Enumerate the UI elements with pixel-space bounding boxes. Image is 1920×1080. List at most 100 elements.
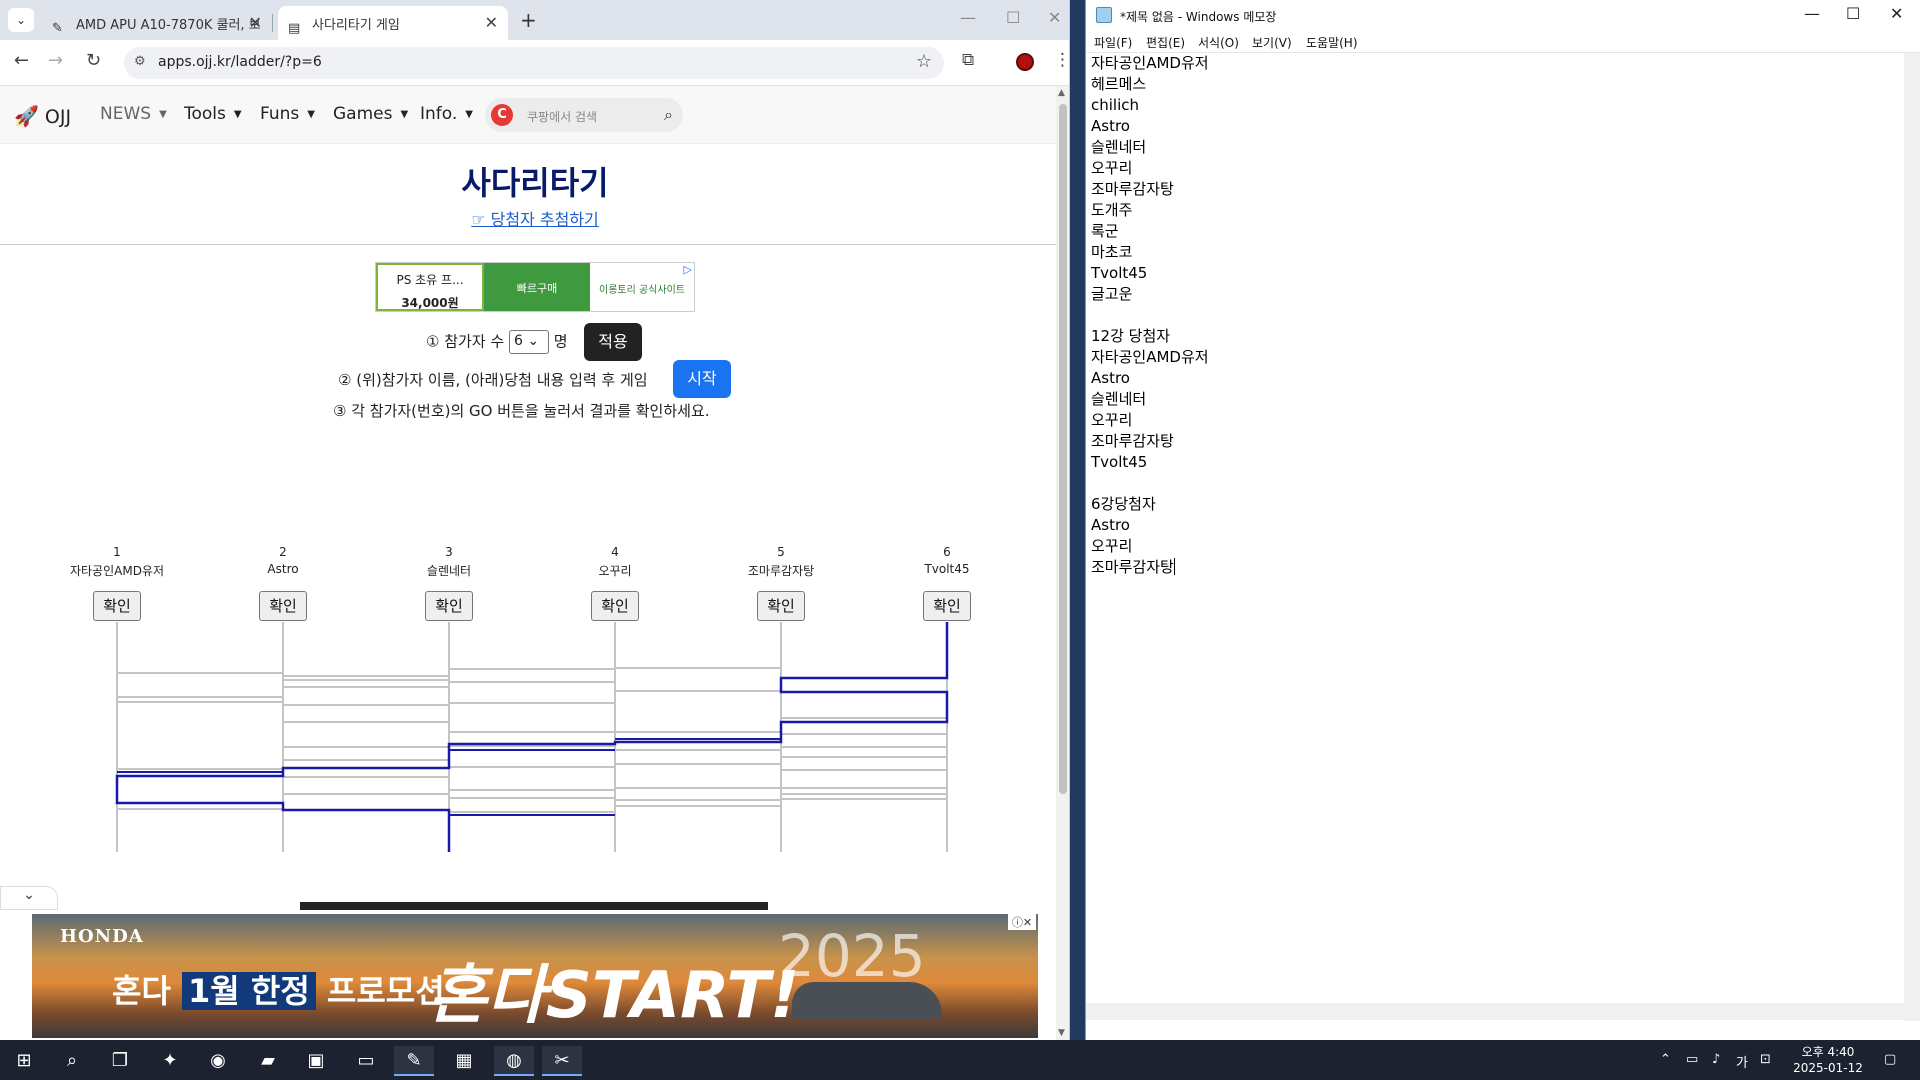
promo-a: 혼다 xyxy=(112,972,171,1010)
forward-icon[interactable]: → xyxy=(48,50,63,71)
menu-help[interactable]: 도움말(H) xyxy=(1306,34,1358,51)
ad-close-icon[interactable]: ⓘ✕ xyxy=(1008,914,1036,930)
maximize-icon[interactable]: ☐ xyxy=(1006,8,1020,27)
tab-list-button[interactable]: ⌄ xyxy=(8,8,34,32)
site-info-icon[interactable]: ⚙ xyxy=(134,54,146,69)
rocket-icon: 🚀 xyxy=(14,104,39,128)
notepad-text-area[interactable]: 자타공인AMD유저 헤르메스 chilich Astro 슬렌네터 오꾸리 조마루감자탕 도개… xyxy=(1086,52,1920,1021)
participant-count-select[interactable]: 6 ⌄ xyxy=(508,330,549,354)
notepad-taskbar-icon[interactable]: ✎ xyxy=(394,1046,434,1076)
tray-chevron-icon[interactable]: ⌃ xyxy=(1660,1052,1671,1067)
ladder-favicon-icon: ▤ xyxy=(288,21,301,36)
notepad-hscrollbar[interactable] xyxy=(1086,1003,1904,1020)
notepad-line: 자타공인AMD유저 xyxy=(1091,54,1209,72)
notepad-line: 조마루감자탕 xyxy=(1091,558,1175,576)
menu-kebab-icon[interactable]: ⋮ xyxy=(1054,50,1069,70)
scroll-down-icon[interactable]: ▼ xyxy=(1058,1028,1065,1038)
edge-icon[interactable]: ◉ xyxy=(198,1046,238,1076)
ad-mid[interactable]: 빠르구매 xyxy=(484,263,590,311)
new-tab-button[interactable]: + xyxy=(520,8,537,32)
back-icon[interactable]: ← xyxy=(14,50,29,71)
menu-edit[interactable]: 편집(E) xyxy=(1146,34,1185,51)
nav-info[interactable]: Info. ▼ xyxy=(420,104,473,124)
notepad-title: *제목 없음 - Windows 메모장 xyxy=(1120,10,1277,24)
coupang-search[interactable]: C 쿠팡에서 검색 ⌕ xyxy=(485,98,683,132)
volume-icon[interactable]: ♪ xyxy=(1712,1052,1720,1067)
monitor-app-icon[interactable]: ▭ xyxy=(346,1046,386,1076)
draw-winner-link[interactable]: ☞ 당첨자 추첨하기 xyxy=(0,206,1069,230)
banner-ad[interactable]: PS 초유 프... 34,000원 빠르구매 이롱토리 공식사이트 ▷ xyxy=(375,262,695,312)
car-image xyxy=(792,982,942,1020)
menu-format[interactable]: 서식(O) xyxy=(1198,34,1239,51)
site-logo[interactable]: 🚀 OJJ xyxy=(14,104,71,128)
ad-product[interactable]: PS 초유 프... 34,000원 xyxy=(376,263,484,311)
promo-year: 2025 xyxy=(778,922,926,990)
notification-icon[interactable]: ▢ xyxy=(1884,1052,1896,1067)
menu-file[interactable]: 파일(F) xyxy=(1094,34,1132,51)
notepad-content: 자타공인AMD유저 헤르메스 chilich Astro 슬렌네터 오꾸리 조마루감자탕 도개… xyxy=(1091,53,1209,578)
nav-tools[interactable]: Tools ▼ xyxy=(184,104,242,124)
notepad-line: Astro xyxy=(1091,369,1130,387)
honda-banner-ad[interactable]: HONDA 혼다 1월 한정 프로모션 혼다START! 2025 ⓘ✕ xyxy=(32,914,1038,1038)
notepad-line: 조마루감자탕 xyxy=(1091,180,1174,198)
coupang-logo-icon: C xyxy=(491,104,513,126)
nav-label: NEWS xyxy=(100,104,152,124)
clock-date: 2025-01-12 xyxy=(1793,1061,1863,1075)
adchoices-icon[interactable]: ▷ xyxy=(684,263,692,276)
chrome-icon[interactable]: ◍ xyxy=(494,1046,534,1076)
apply-button[interactable]: 적용 xyxy=(584,323,642,361)
notepad-window: *제목 없음 - Windows 메모장 — ☐ ✕ 파일(F) 편집(E) 서… xyxy=(1085,0,1920,1040)
clock[interactable]: 오후 4:40 2025-01-12 xyxy=(1788,1044,1868,1076)
search-icon[interactable]: ⌕ xyxy=(52,1046,92,1076)
logo-text: OJJ xyxy=(44,106,72,128)
promo-text: 혼다 1월 한정 프로모션 xyxy=(112,966,445,1012)
ad-price: 34,000원 xyxy=(401,296,459,310)
extensions-icon[interactable]: ⧉ xyxy=(962,50,974,70)
tab-ladder[interactable]: ▤ 사다리타기 게임 ✕ xyxy=(278,6,508,40)
minimize-icon[interactable]: — xyxy=(960,8,976,27)
close-tab-icon[interactable]: ✕ xyxy=(249,13,262,32)
caret-down-icon: ▼ xyxy=(307,109,315,120)
tab-amd[interactable]: ✎ AMD APU A10-7870K 쿨러, 보 ✕ xyxy=(42,6,272,40)
close-tab-icon[interactable]: ✕ xyxy=(485,13,498,32)
task-view-icon[interactable]: ❐ xyxy=(100,1046,140,1076)
profile-avatar[interactable] xyxy=(1016,53,1034,71)
close-window-icon[interactable]: ✕ xyxy=(1890,4,1903,23)
notepad-vscrollbar[interactable] xyxy=(1904,53,1920,1021)
calculator-icon[interactable]: ▦ xyxy=(444,1046,484,1076)
notepad-line: 마초코 xyxy=(1091,243,1133,261)
tab-title: AMD APU A10-7870K 쿨러, 보 xyxy=(76,18,261,33)
search-icon[interactable]: ⌕ xyxy=(664,105,673,125)
ladder-path-highlight xyxy=(115,622,949,852)
notepad-line: 록군 xyxy=(1091,222,1119,240)
notepad-line: 6강당첨자 xyxy=(1091,495,1156,513)
scroll-up-icon[interactable]: ▲ xyxy=(1058,88,1065,98)
ad-brand[interactable]: 이롱토리 공식사이트 xyxy=(590,263,694,311)
bookmark-star-icon[interactable]: ☆ xyxy=(916,51,932,72)
scroll-thumb[interactable] xyxy=(1059,104,1067,794)
start-button[interactable]: 시작 xyxy=(673,360,731,398)
collapse-ad-button[interactable]: ⌄ xyxy=(0,886,58,910)
copilot-icon[interactable]: ✦ xyxy=(150,1046,190,1076)
notepad-line: 오꾸리 xyxy=(1091,537,1133,555)
network-icon[interactable]: ▭ xyxy=(1686,1052,1698,1067)
address-bar[interactable]: ⚙ apps.ojj.kr/ladder/?p=6 ☆ xyxy=(124,47,944,79)
snipping-tool-icon[interactable]: ✂ xyxy=(542,1046,582,1076)
nav-news[interactable]: NEWS ▼ xyxy=(100,104,167,124)
nav-funs[interactable]: Funs ▼ xyxy=(260,104,315,124)
minimize-icon[interactable]: — xyxy=(1804,4,1820,23)
reload-icon[interactable]: ↻ xyxy=(86,50,101,71)
windows-start-icon[interactable]: ⊞ xyxy=(4,1046,44,1076)
notepad-line: 오꾸리 xyxy=(1091,159,1133,177)
ime-indicator[interactable]: 가 xyxy=(1736,1052,1748,1071)
notepad-line xyxy=(1091,305,1209,326)
close-window-icon[interactable]: ✕ xyxy=(1048,8,1061,27)
store-icon[interactable]: ▣ xyxy=(296,1046,336,1076)
page-scrollbar[interactable]: ▲ ▼ xyxy=(1056,86,1069,1040)
maximize-icon[interactable]: ☐ xyxy=(1846,4,1860,23)
ime-mode-icon[interactable]: ⊡ xyxy=(1760,1052,1771,1067)
menu-view[interactable]: 보기(V) xyxy=(1252,34,1292,51)
step-1: ① 참가자 수 6 ⌄ 명 xyxy=(426,330,568,354)
file-explorer-icon[interactable]: ▰ xyxy=(248,1046,288,1076)
nav-games[interactable]: Games ▼ xyxy=(333,104,408,124)
